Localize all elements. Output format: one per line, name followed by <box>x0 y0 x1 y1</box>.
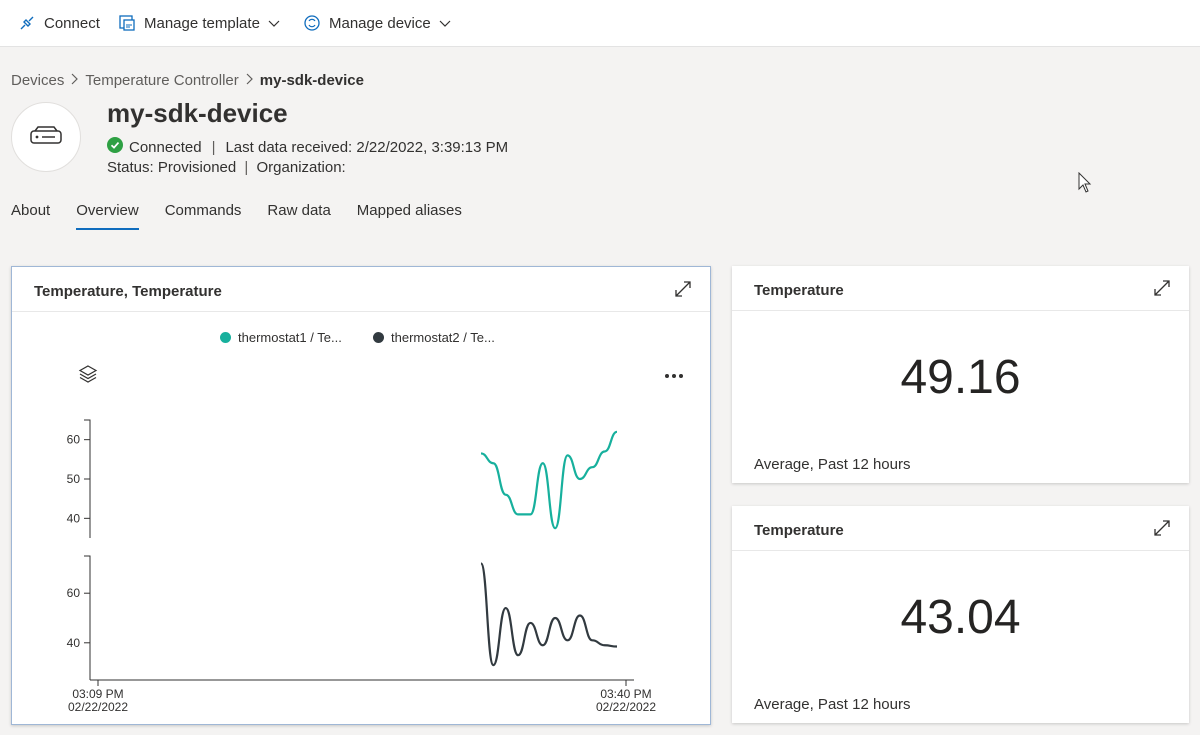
x-end-time: 03:40 PM <box>600 687 651 701</box>
series-line-thermostat1[interactable] <box>480 430 618 530</box>
y-tick-label: 60 <box>67 586 81 600</box>
kpi-value: 43.04 <box>900 591 1021 644</box>
y-tick-label: 40 <box>67 636 81 650</box>
x-start-date: 02/22/2022 <box>68 700 128 714</box>
y-tick-label: 50 <box>67 472 81 486</box>
kpi-caption: Average, Past 12 hours <box>754 696 911 713</box>
kpi-caption: Average, Past 12 hours <box>754 456 911 473</box>
temperature-tile-2[interactable]: Temperature 43.04 Average, Past 12 hours <box>732 506 1189 723</box>
tile-title: Temperature <box>754 282 844 299</box>
y-tick-label: 40 <box>67 511 81 525</box>
x-start-time: 03:09 PM <box>72 687 123 701</box>
y-tick-label: 60 <box>67 433 81 447</box>
tile-title: Temperature <box>754 522 844 539</box>
y-axis-2 <box>84 555 91 680</box>
temperature-tile-1[interactable]: Temperature 49.16 Average, Past 12 hours <box>732 266 1189 483</box>
series-line-thermostat2[interactable] <box>479 562 618 667</box>
expand-icon[interactable] <box>1153 519 1171 542</box>
tile-header: Temperature <box>732 506 1189 551</box>
kpi-value: 49.16 <box>900 351 1021 404</box>
expand-icon[interactable] <box>1153 279 1171 302</box>
x-end-date: 02/22/2022 <box>596 700 656 714</box>
tile-header: Temperature <box>732 266 1189 311</box>
